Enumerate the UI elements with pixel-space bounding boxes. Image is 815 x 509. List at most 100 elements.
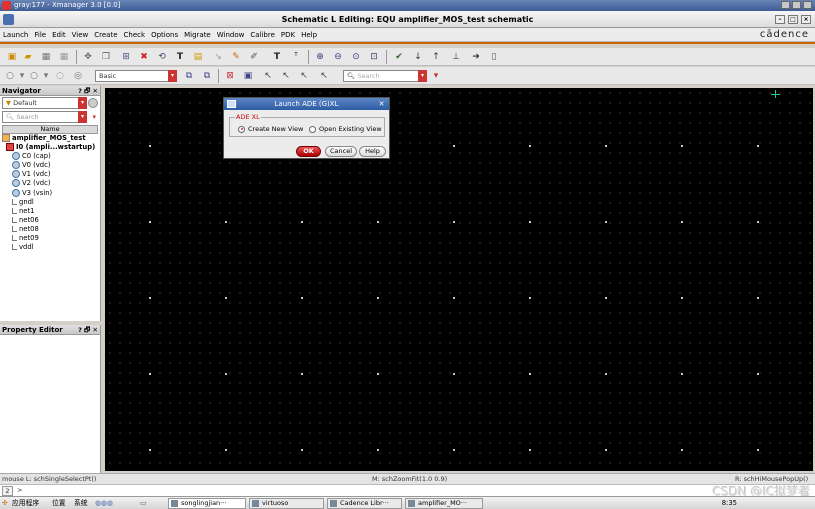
chevron-down-icon[interactable]: ▾ xyxy=(418,70,427,82)
schematic-canvas[interactable] xyxy=(105,88,813,471)
chevron-down-icon[interactable]: ▾ xyxy=(78,111,87,123)
pointer-add-icon[interactable]: ↖ xyxy=(280,70,292,82)
navigator-tree-item[interactable]: net1 xyxy=(2,207,100,216)
open-folder-icon[interactable]: ▰ xyxy=(22,51,34,63)
new-icon[interactable]: ▣ xyxy=(6,51,18,63)
navigator-tree-item[interactable]: gndl xyxy=(2,198,100,207)
menu-check[interactable]: Check xyxy=(124,31,146,39)
stop-icon[interactable]: ◌ xyxy=(54,70,66,82)
undo-icon[interactable]: ⟲ xyxy=(156,51,168,63)
search-options-icon[interactable]: ▾ xyxy=(430,70,442,82)
menu-window[interactable]: Window xyxy=(217,31,245,39)
navigator-search-input[interactable]: 🔍︎ Search ▾ xyxy=(2,111,87,123)
pointer-icon[interactable]: ↖ xyxy=(262,70,274,82)
text-icon[interactable]: T xyxy=(174,51,186,63)
window-maximize-button[interactable]: □ xyxy=(788,15,798,24)
text-style-icon[interactable]: ᵀ xyxy=(290,51,302,63)
navigator-tree-item[interactable]: V1 (vdc) xyxy=(2,170,100,179)
menu-edit[interactable]: Edit xyxy=(52,31,66,39)
navigator-tree-item[interactable]: net09 xyxy=(2,234,100,243)
circle-select-icon[interactable]: ○ xyxy=(28,70,40,82)
minimize-icon[interactable] xyxy=(781,1,790,9)
zoom-fit-icon[interactable]: ⊙ xyxy=(350,51,362,63)
cancel-button[interactable]: Cancel xyxy=(325,146,357,157)
close-icon[interactable] xyxy=(803,1,812,9)
filter-toggle-icon[interactable] xyxy=(88,98,98,108)
maximize-icon[interactable] xyxy=(792,1,801,9)
workspace-select[interactable]: Basic ▾ xyxy=(95,70,177,82)
zoom-in-icon[interactable]: ⊕ xyxy=(314,51,326,63)
menu-create[interactable]: Create xyxy=(94,31,117,39)
navigator-tree-item[interactable]: I0 (ampli...wstartup) xyxy=(2,143,100,152)
window-minimize-button[interactable]: – xyxy=(775,15,785,24)
menu-calibre[interactable]: Calibre xyxy=(250,31,275,39)
launcher-icons[interactable]: ◍◍◍ xyxy=(95,497,113,509)
open-existing-view-radio[interactable]: Open Existing View xyxy=(309,125,382,133)
navigator-tree-item[interactable]: V3 (vsin) xyxy=(2,188,100,198)
navigator-tree-item[interactable]: V0 (vdc) xyxy=(2,161,100,170)
menu-view[interactable]: View xyxy=(72,31,89,39)
save-icon[interactable]: ▦ xyxy=(40,51,52,63)
circle-select-icon[interactable]: ○ xyxy=(4,70,16,82)
navigator-panel-buttons[interactable]: ? 🗗 ✕ xyxy=(78,86,98,96)
ok-button[interactable]: OK xyxy=(296,146,321,157)
copy-icon[interactable]: ❐ xyxy=(100,51,112,63)
help-button[interactable]: Help xyxy=(359,146,386,157)
run-icon[interactable]: ◎ xyxy=(72,70,84,82)
wire-icon[interactable]: ✎ xyxy=(230,51,242,63)
chevron-down-icon[interactable]: ▾ xyxy=(78,97,87,109)
pointer-net-icon[interactable]: ↖ xyxy=(318,70,330,82)
menu-migrate[interactable]: Migrate xyxy=(184,31,211,39)
menu-launch[interactable]: Launch xyxy=(3,31,28,39)
toolbar-search-field[interactable]: 🔍︎ Search ▾ xyxy=(343,70,427,82)
navigator-tree-item[interactable]: V2 (vdc) xyxy=(2,179,100,188)
taskbar-applications-menu[interactable]: 应用程序 xyxy=(12,497,39,509)
search-options-icon[interactable]: ▾ xyxy=(92,113,96,121)
taskbar-task-1[interactable]: songlingjian··· xyxy=(168,498,246,509)
menu-pdk[interactable]: PDK xyxy=(281,31,295,39)
show-desktop-icon[interactable]: ▭ xyxy=(140,497,146,509)
dropdown-arrow-icon[interactable]: ▾ xyxy=(16,70,28,82)
menu-options[interactable]: Options xyxy=(151,31,178,39)
taskbar-task-2[interactable]: virtuoso xyxy=(249,498,324,509)
create-new-view-radio[interactable]: Create New View xyxy=(238,125,303,133)
navigator-tree-item[interactable]: net06 xyxy=(2,216,100,225)
taskbar-task-4[interactable]: amplifier_MO··· xyxy=(405,498,483,509)
save-disabled-icon[interactable]: ▦ xyxy=(58,51,70,63)
select-mode-icon[interactable]: ⊠ xyxy=(224,70,236,82)
properties-icon[interactable]: ▤ xyxy=(192,51,204,63)
menu-help[interactable]: Help xyxy=(301,31,317,39)
stretch-icon[interactable]: ⊞ xyxy=(120,51,132,63)
delete-icon[interactable]: ✖ xyxy=(138,51,150,63)
navigator-tree-item[interactable]: net08 xyxy=(2,225,100,234)
dialog-close-icon[interactable]: ✕ xyxy=(377,100,386,108)
instance-icon[interactable]: ⊥ xyxy=(450,51,462,63)
property-editor-panel-buttons[interactable]: ? 🗗 ✕ xyxy=(78,325,98,335)
navigator-tree-item[interactable]: amplifier_MOS_test xyxy=(2,134,100,143)
zoom-box-icon[interactable]: ⊡ xyxy=(368,51,380,63)
move-icon[interactable]: ✥ xyxy=(82,51,94,63)
chevron-down-icon[interactable]: ▾ xyxy=(168,70,177,82)
select-area-icon[interactable]: ▣ xyxy=(242,70,254,82)
bold-text-icon[interactable]: T xyxy=(271,51,283,63)
taskbar-task-3[interactable]: Cadence Libr··· xyxy=(327,498,402,509)
zoom-out-icon[interactable]: ⊖ xyxy=(332,51,344,63)
window-close-button[interactable]: × xyxy=(801,15,811,24)
command-line[interactable]: 2 > xyxy=(0,484,815,496)
pointer-sub-icon[interactable]: ↖ xyxy=(298,70,310,82)
note-icon[interactable]: ▯ xyxy=(488,51,500,63)
navigator-tree-item[interactable]: vddl xyxy=(2,243,100,252)
taskbar-system-menu[interactable]: 系统 xyxy=(74,497,88,509)
pin-icon[interactable]: ↘ xyxy=(212,51,224,63)
label-icon[interactable]: ✐ xyxy=(248,51,260,63)
menu-file[interactable]: File xyxy=(34,31,46,39)
pin-add-icon[interactable]: ➜ xyxy=(470,51,482,63)
workspace-load-icon[interactable]: ⧉ xyxy=(201,70,213,82)
navigator-column-header[interactable]: Name xyxy=(2,125,98,134)
check-save-icon[interactable]: ✔ xyxy=(393,51,405,63)
taskbar-places-menu[interactable]: 位置 xyxy=(52,497,66,509)
descend-icon[interactable]: ↓ xyxy=(412,51,424,63)
ascend-icon[interactable]: ↑ xyxy=(430,51,442,63)
workspace-save-icon[interactable]: ⧉ xyxy=(183,70,195,82)
navigator-tree-item[interactable]: C0 (cap) xyxy=(2,152,100,161)
